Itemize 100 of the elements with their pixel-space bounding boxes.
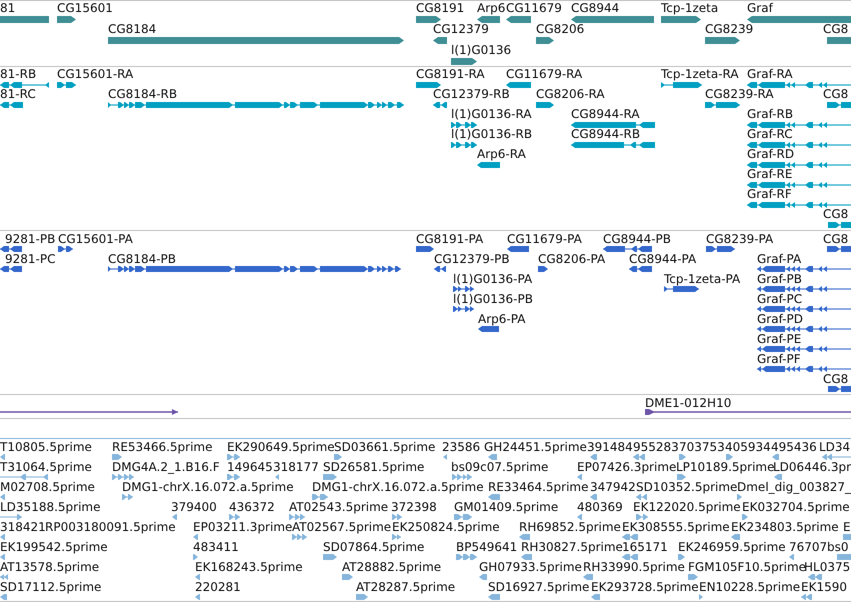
est-label: bs09c07.5prime [451, 461, 548, 474]
est-label: EK122020.5prime [633, 501, 741, 514]
est-label: SD03661.5prime [334, 441, 436, 454]
protein-label: Tcp-1zeta-PA [664, 273, 740, 286]
est-label: RE33464.5prime [488, 481, 588, 494]
transcript-label: Arp6-RA [477, 148, 526, 161]
protein-label: Graf-PA [757, 253, 802, 266]
est-label: EK290649.5prime [227, 441, 335, 454]
gene-label: CG8191 [416, 2, 464, 15]
est-label: Dmel_dig_003827_ [737, 481, 851, 494]
protein-label: CG8 [823, 373, 848, 386]
protein-label: 9281-PC [5, 253, 56, 266]
est-label: T10805.5prime [0, 441, 92, 454]
est-label: GH07933.5prime [479, 561, 582, 574]
transcript-label: CG8191-RA [416, 68, 485, 81]
transcript-label: Tcp-1zeta-RA [661, 68, 739, 81]
est-label: 405934 [725, 441, 771, 454]
est-label: 703753 [679, 441, 725, 454]
est-label: RH69852.5prime [519, 521, 621, 534]
est-label: 165171 [622, 541, 668, 554]
est-label: 379400 [171, 501, 217, 514]
transcript-label: l(1)G0136-RB [451, 128, 532, 141]
est-label: GM01409.5prime [454, 501, 558, 514]
est-label: 436372 [229, 501, 275, 514]
est-label: 149645 [227, 461, 273, 474]
gene-label: l(1)G0136 [451, 44, 512, 57]
est-label: FGM105F10.5prime [688, 561, 806, 574]
protein-label: Graf-PC [757, 293, 802, 306]
est-label: LP10189.5prime [676, 461, 775, 474]
est-label: EP07426.3prime [577, 461, 676, 474]
est-label: LD34 [819, 441, 850, 454]
protein-label: CG8 [823, 233, 848, 246]
est-label: SD07864.5prime [323, 541, 424, 554]
protein-label: CG8191-PA [416, 233, 484, 246]
transcript-label: Graf-RD [747, 148, 794, 161]
protein-label: CG8206-PA [538, 253, 606, 266]
est-label: EK032704.5prime [742, 501, 850, 514]
gene-label: Graf [747, 2, 773, 15]
est-label: EP03211.3prime [193, 521, 292, 534]
est-label: 76707 [789, 541, 828, 554]
est-label: SD17112.5prime [0, 581, 102, 594]
est-label: RE53466.5prime [112, 441, 212, 454]
protein-label: CG11679-PA [507, 233, 582, 246]
transcript-label: CG8206-RA [536, 88, 605, 101]
est-label: AT02567.5prime [292, 521, 392, 534]
est-label: RH30827.5prime [521, 541, 623, 554]
est-label: SD10352.5prime [636, 481, 738, 494]
protein-label: CG15601-PA [58, 233, 133, 246]
protein-label: Arp6-PA [478, 313, 526, 326]
gene-label: CG8206 [536, 23, 584, 36]
est-label: 391484 [587, 441, 633, 454]
transcript-label: Graf-RA [747, 68, 793, 81]
protein-label: Graf-PB [757, 273, 802, 286]
est-label: BP549641 [456, 541, 518, 554]
est-label: 318421 [0, 521, 46, 534]
est-label: 347942 [590, 481, 636, 494]
est-label: EK168243.5prime [195, 561, 303, 574]
transcript-label: 81-RB [0, 68, 36, 81]
est-label: RH33990.5prime [583, 561, 685, 574]
est-label: T31064.5prime [0, 461, 92, 474]
gene-label: CG8239 [705, 23, 754, 36]
protein-label: l(1)G0136-PB [453, 293, 533, 306]
est-label: SD16927.5prime [488, 581, 590, 594]
est-label: E [843, 521, 851, 534]
transcript-label: Graf-RC [747, 128, 793, 141]
transcript-label: CG12379-RB [433, 88, 510, 101]
gene-label: CG12379 [433, 23, 489, 36]
clone-label: DME1-012H10 [645, 397, 732, 410]
transcript-label: CG8944-RA [571, 108, 640, 121]
transcript-label: Graf-RE [747, 168, 792, 181]
est-label: EK250824.5prime [392, 521, 500, 534]
gene-label: CG8 [823, 23, 848, 36]
est-label: EK199542.5prime [0, 541, 108, 554]
est-label: DMG1-chrX.16.072.a.5prime [312, 481, 484, 494]
est-label: DMG1-chrX.16.072.a.5prime [122, 481, 294, 494]
transcript-label: CG8239-RA [705, 88, 774, 101]
protein-label: l(1)G0136-PA [453, 273, 532, 286]
protein-label: CG8944-PB [603, 233, 672, 246]
protein-label: 9281-PB [5, 233, 56, 246]
est-label: 372398 [391, 501, 437, 514]
est-label: EN10228.5prime [699, 581, 800, 594]
gene-label: CG8944 [571, 2, 620, 15]
est-label: 318177 [273, 461, 319, 474]
gene-label: CG15601 [57, 2, 113, 15]
transcript-label: CG8 [823, 88, 848, 101]
est-label: HL0375 [804, 561, 850, 574]
transcript-label: CG11679-RA [506, 68, 582, 81]
est-label: LD06446.3pr [773, 461, 851, 474]
transcript-label: Graf-RF [747, 188, 792, 201]
protein-label: CG8184-PB [108, 253, 176, 266]
est-label: 955283 [633, 441, 679, 454]
gene-label: CG8184 [108, 23, 156, 36]
protein-label: Graf-PE [757, 333, 802, 346]
gene-label: CG11679 [506, 2, 562, 15]
est-label: bs0 [827, 541, 849, 554]
est-label: 483411 [193, 541, 239, 554]
est-label: AT02543.5prime [289, 501, 388, 514]
est-label: SD26581.5prime [323, 461, 424, 474]
est-label: EK308555.5prime [622, 521, 730, 534]
protein-label: Graf-PD [757, 313, 803, 326]
